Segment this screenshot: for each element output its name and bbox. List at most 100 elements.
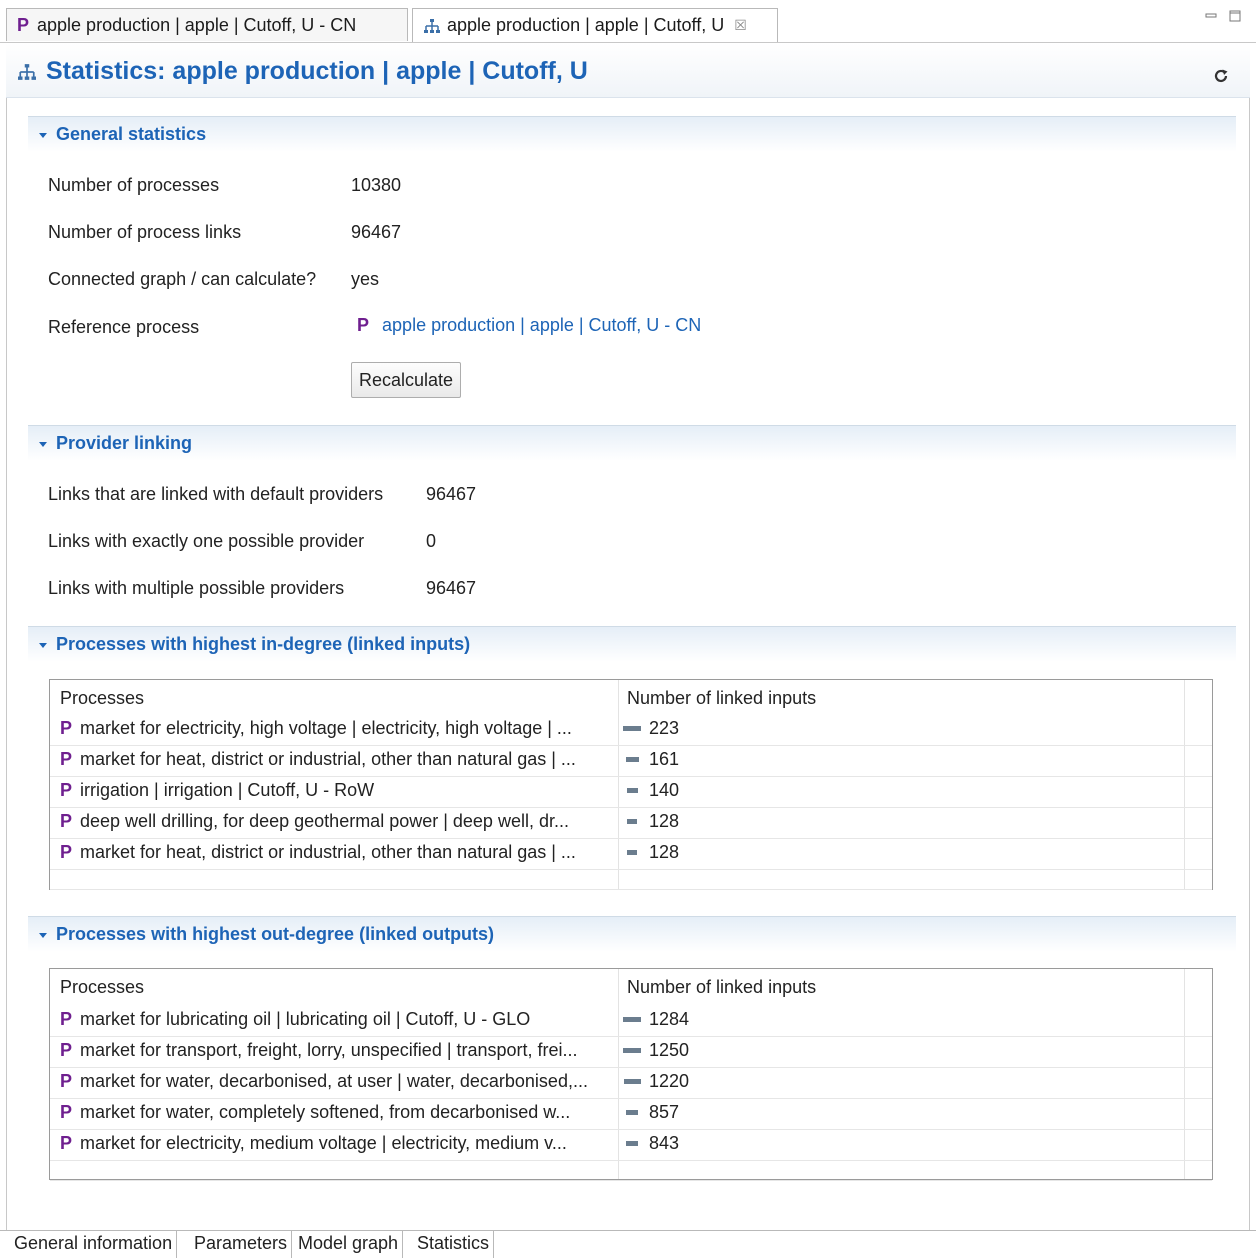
section-in-degree[interactable]: Processes with highest in-degree (linked… <box>28 626 1236 662</box>
process-name: market for transport, freight, lorry, un… <box>80 1040 578 1060</box>
process-icon: P <box>60 1040 73 1060</box>
twisty-icon[interactable] <box>38 440 48 448</box>
section-title: Processes with highest out-degree (linke… <box>56 924 495 944</box>
section-provider-linking[interactable]: Provider linking <box>28 425 1236 461</box>
stat-value: 96467 <box>426 484 477 504</box>
value-bar <box>627 819 637 824</box>
page-title: Statistics: apple production | apple | C… <box>16 57 588 86</box>
process-icon: P <box>357 315 370 335</box>
table-row[interactable]: Pmarket for heat, district or industrial… <box>50 745 1212 777</box>
stat-label: Connected graph / can calculate? <box>48 269 317 289</box>
reference-process-link[interactable]: P apple production | apple | Cutoff, U -… <box>357 315 701 336</box>
section-general-statistics[interactable]: General statistics <box>28 116 1236 152</box>
maximize-icon[interactable] <box>1228 10 1242 22</box>
process-name: market for water, completely softened, f… <box>80 1102 571 1122</box>
process-name: market for heat, district or industrial,… <box>80 749 576 769</box>
tab-label: apple production | apple | Cutoff, U - C… <box>37 14 357 35</box>
table-row[interactable]: Pmarket for water, completely softened, … <box>50 1098 1212 1130</box>
stat-label: Links with exactly one possible provider <box>48 531 365 551</box>
close-icon[interactable]: ☒ <box>734 17 747 34</box>
column-header-linked-inputs[interactable]: Number of linked inputs <box>627 977 816 998</box>
value-cell: 161 <box>649 749 680 769</box>
reference-process-name[interactable]: apple production | apple | Cutoff, U - C… <box>382 315 701 335</box>
process-name-cell: Pmarket for transport, freight, lorry, u… <box>60 1040 612 1061</box>
refresh-icon[interactable] <box>1212 67 1230 85</box>
process-icon: P <box>60 1102 73 1122</box>
tab-statistics[interactable]: Statistics <box>413 1231 495 1258</box>
stat-value: 10380 <box>351 175 402 195</box>
value-bar <box>626 1141 638 1146</box>
process-name-cell: Pmarket for heat, district or industrial… <box>60 842 612 863</box>
process-name: market for lubricating oil | lubricating… <box>80 1009 531 1029</box>
tab-parameters[interactable]: Parameters <box>190 1231 293 1258</box>
tab-model-graph[interactable]: Model graph <box>294 1231 404 1258</box>
column-header-processes[interactable]: Processes <box>60 977 144 998</box>
section-title: General statistics <box>56 124 207 144</box>
process-name: irrigation | irrigation | Cutoff, U - Ro… <box>80 780 375 800</box>
value-bar <box>623 1017 641 1022</box>
tab-process-editor[interactable]: P apple production | apple | Cutoff, U -… <box>6 8 408 41</box>
process-icon: P <box>60 749 73 769</box>
column-header-processes[interactable]: Processes <box>60 688 144 709</box>
process-icon: P <box>17 14 30 35</box>
process-icon: P <box>60 842 73 862</box>
twisty-icon[interactable] <box>38 641 48 649</box>
editor-tab-strip: P apple production | apple | Cutoff, U -… <box>0 0 1256 43</box>
column-header-linked-inputs[interactable]: Number of linked inputs <box>627 688 816 709</box>
twisty-icon[interactable] <box>38 931 48 939</box>
value-cell: 857 <box>649 1102 680 1122</box>
table-row[interactable]: Pmarket for transport, freight, lorry, u… <box>50 1036 1212 1068</box>
stat-value: 0 <box>426 531 437 551</box>
twisty-icon[interactable] <box>38 131 48 139</box>
editor-frame-right <box>1249 43 1250 1230</box>
stat-label: Number of processes <box>48 175 220 195</box>
table-row[interactable]: Pmarket for water, decarbonised, at user… <box>50 1067 1212 1099</box>
graph-icon <box>424 18 440 33</box>
minimize-icon[interactable] <box>1204 10 1218 22</box>
form-header: Statistics: apple production | apple | C… <box>6 43 1250 98</box>
value-cell: 140 <box>649 780 680 800</box>
table-row[interactable]: Pirrigation | irrigation | Cutoff, U - R… <box>50 776 1212 808</box>
process-name-cell: Pirrigation | irrigation | Cutoff, U - R… <box>60 780 612 801</box>
recalculate-button[interactable]: Recalculate <box>351 362 461 398</box>
stat-label: Number of process links <box>48 222 242 242</box>
stat-value: 96467 <box>426 578 477 598</box>
value-bar <box>625 757 639 762</box>
table-row[interactable]: Pmarket for electricity, medium voltage … <box>50 1129 1212 1161</box>
process-name-cell: Pmarket for water, decarbonised, at user… <box>60 1071 612 1092</box>
tab-product-system-editor[interactable]: apple production | apple | Cutoff, U ☒ <box>412 8 778 42</box>
value-bar <box>627 850 637 855</box>
value-cell: 128 <box>649 842 680 862</box>
value-bar <box>623 1079 641 1084</box>
table-row[interactable]: Pmarket for lubricating oil | lubricatin… <box>50 1005 1212 1037</box>
table-row[interactable]: Pmarket for electricity, high voltage | … <box>50 714 1212 746</box>
graph-icon <box>18 63 36 80</box>
value-bar <box>626 1110 638 1115</box>
process-icon: P <box>60 1071 73 1091</box>
process-icon: P <box>60 811 73 831</box>
stat-value: yes <box>351 269 380 289</box>
process-name: deep well drilling, for deep geothermal … <box>80 811 569 831</box>
table-row[interactable]: Pmarket for heat, district or industrial… <box>50 838 1212 870</box>
out-degree-table: Processes Number of linked inputs Pmarke… <box>49 968 1213 1181</box>
process-icon: P <box>60 780 73 800</box>
value-cell: 1250 <box>649 1040 690 1060</box>
process-icon: P <box>60 1133 73 1153</box>
stat-label: Reference process <box>48 317 200 337</box>
page-tab-bar: General information Parameters Model gra… <box>0 1230 1256 1258</box>
value-cell: 843 <box>649 1133 680 1153</box>
process-name-cell: Pdeep well drilling, for deep geothermal… <box>60 811 612 832</box>
table-row[interactable]: Pdeep well drilling, for deep geothermal… <box>50 807 1212 839</box>
stat-label: Links that are linked with default provi… <box>48 484 384 504</box>
process-name: market for electricity, medium voltage |… <box>80 1133 567 1153</box>
process-name-cell: Pmarket for heat, district or industrial… <box>60 749 612 770</box>
in-degree-table: Processes Number of linked inputs Pmarke… <box>49 679 1213 890</box>
process-icon: P <box>60 718 73 738</box>
tab-general-information[interactable]: General information <box>10 1231 178 1258</box>
section-out-degree[interactable]: Processes with highest out-degree (linke… <box>28 916 1236 952</box>
process-name-cell: Pmarket for lubricating oil | lubricatin… <box>60 1009 612 1030</box>
process-icon: P <box>60 1009 73 1029</box>
value-cell: 1220 <box>649 1071 690 1091</box>
empty-row <box>50 869 1212 890</box>
section-title: Provider linking <box>56 433 193 453</box>
